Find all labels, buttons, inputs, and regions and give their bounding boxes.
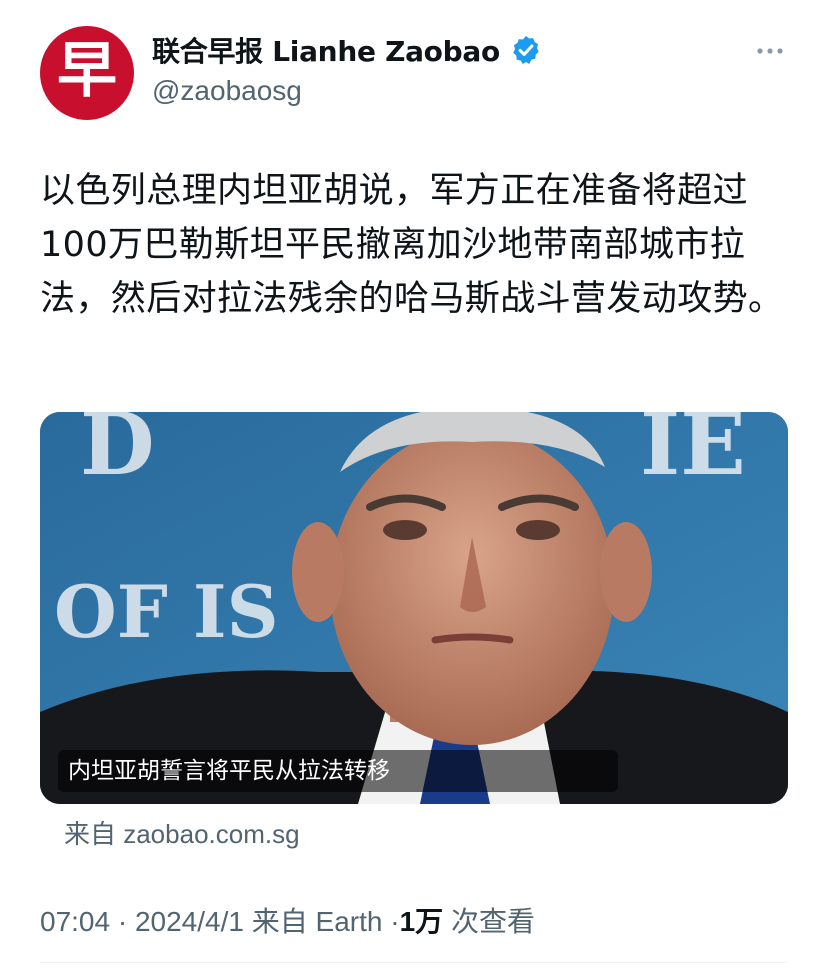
tweet-text: 以色列总理内坦亚胡说，军方正在准备将超过100万巴勒斯坦平民撤离加沙地带南部城市… [40, 171, 784, 319]
tweet-date[interactable]: 2024/4/1 [135, 906, 244, 937]
card-image-caption: 内坦亚胡誓言将平民从拉法转移 [58, 750, 618, 792]
card-image: D IE OF IS [40, 412, 788, 804]
link-card[interactable]: D IE OF IS 内坦亚胡誓言将平民从拉法转移 [40, 412, 788, 804]
meta-separator: · [390, 906, 400, 937]
svg-text:D: D [80, 412, 155, 495]
meta-separator: · [117, 906, 128, 937]
account-handle[interactable]: @zaobaosg [152, 75, 302, 107]
avatar-logo-glyph: 早 [57, 36, 117, 106]
display-name-row: 联合早报 Lianhe Zaobao [152, 30, 542, 70]
tweet-time[interactable]: 07:04 [40, 906, 110, 937]
tweet-source-client: 来自 Earth [251, 906, 383, 937]
account-avatar[interactable]: 早 [40, 26, 134, 120]
divider [40, 962, 788, 963]
svg-text:IE: IE [640, 412, 746, 495]
card-source-link[interactable]: 来自 zaobao.com.sg [64, 814, 300, 851]
more-horizontal-icon[interactable] [756, 44, 784, 58]
backdrop-lettering: OF IS [54, 569, 279, 654]
views-label: 次查看 [450, 906, 535, 937]
verified-badge-icon [513, 36, 539, 64]
views-count[interactable]: 1万 [400, 906, 444, 937]
tweet-meta: 07:04 · 2024/4/1 来自 Earth ·1万 次查看 [40, 900, 535, 940]
display-name[interactable]: 联合早报 Lianhe Zaobao [152, 30, 500, 70]
